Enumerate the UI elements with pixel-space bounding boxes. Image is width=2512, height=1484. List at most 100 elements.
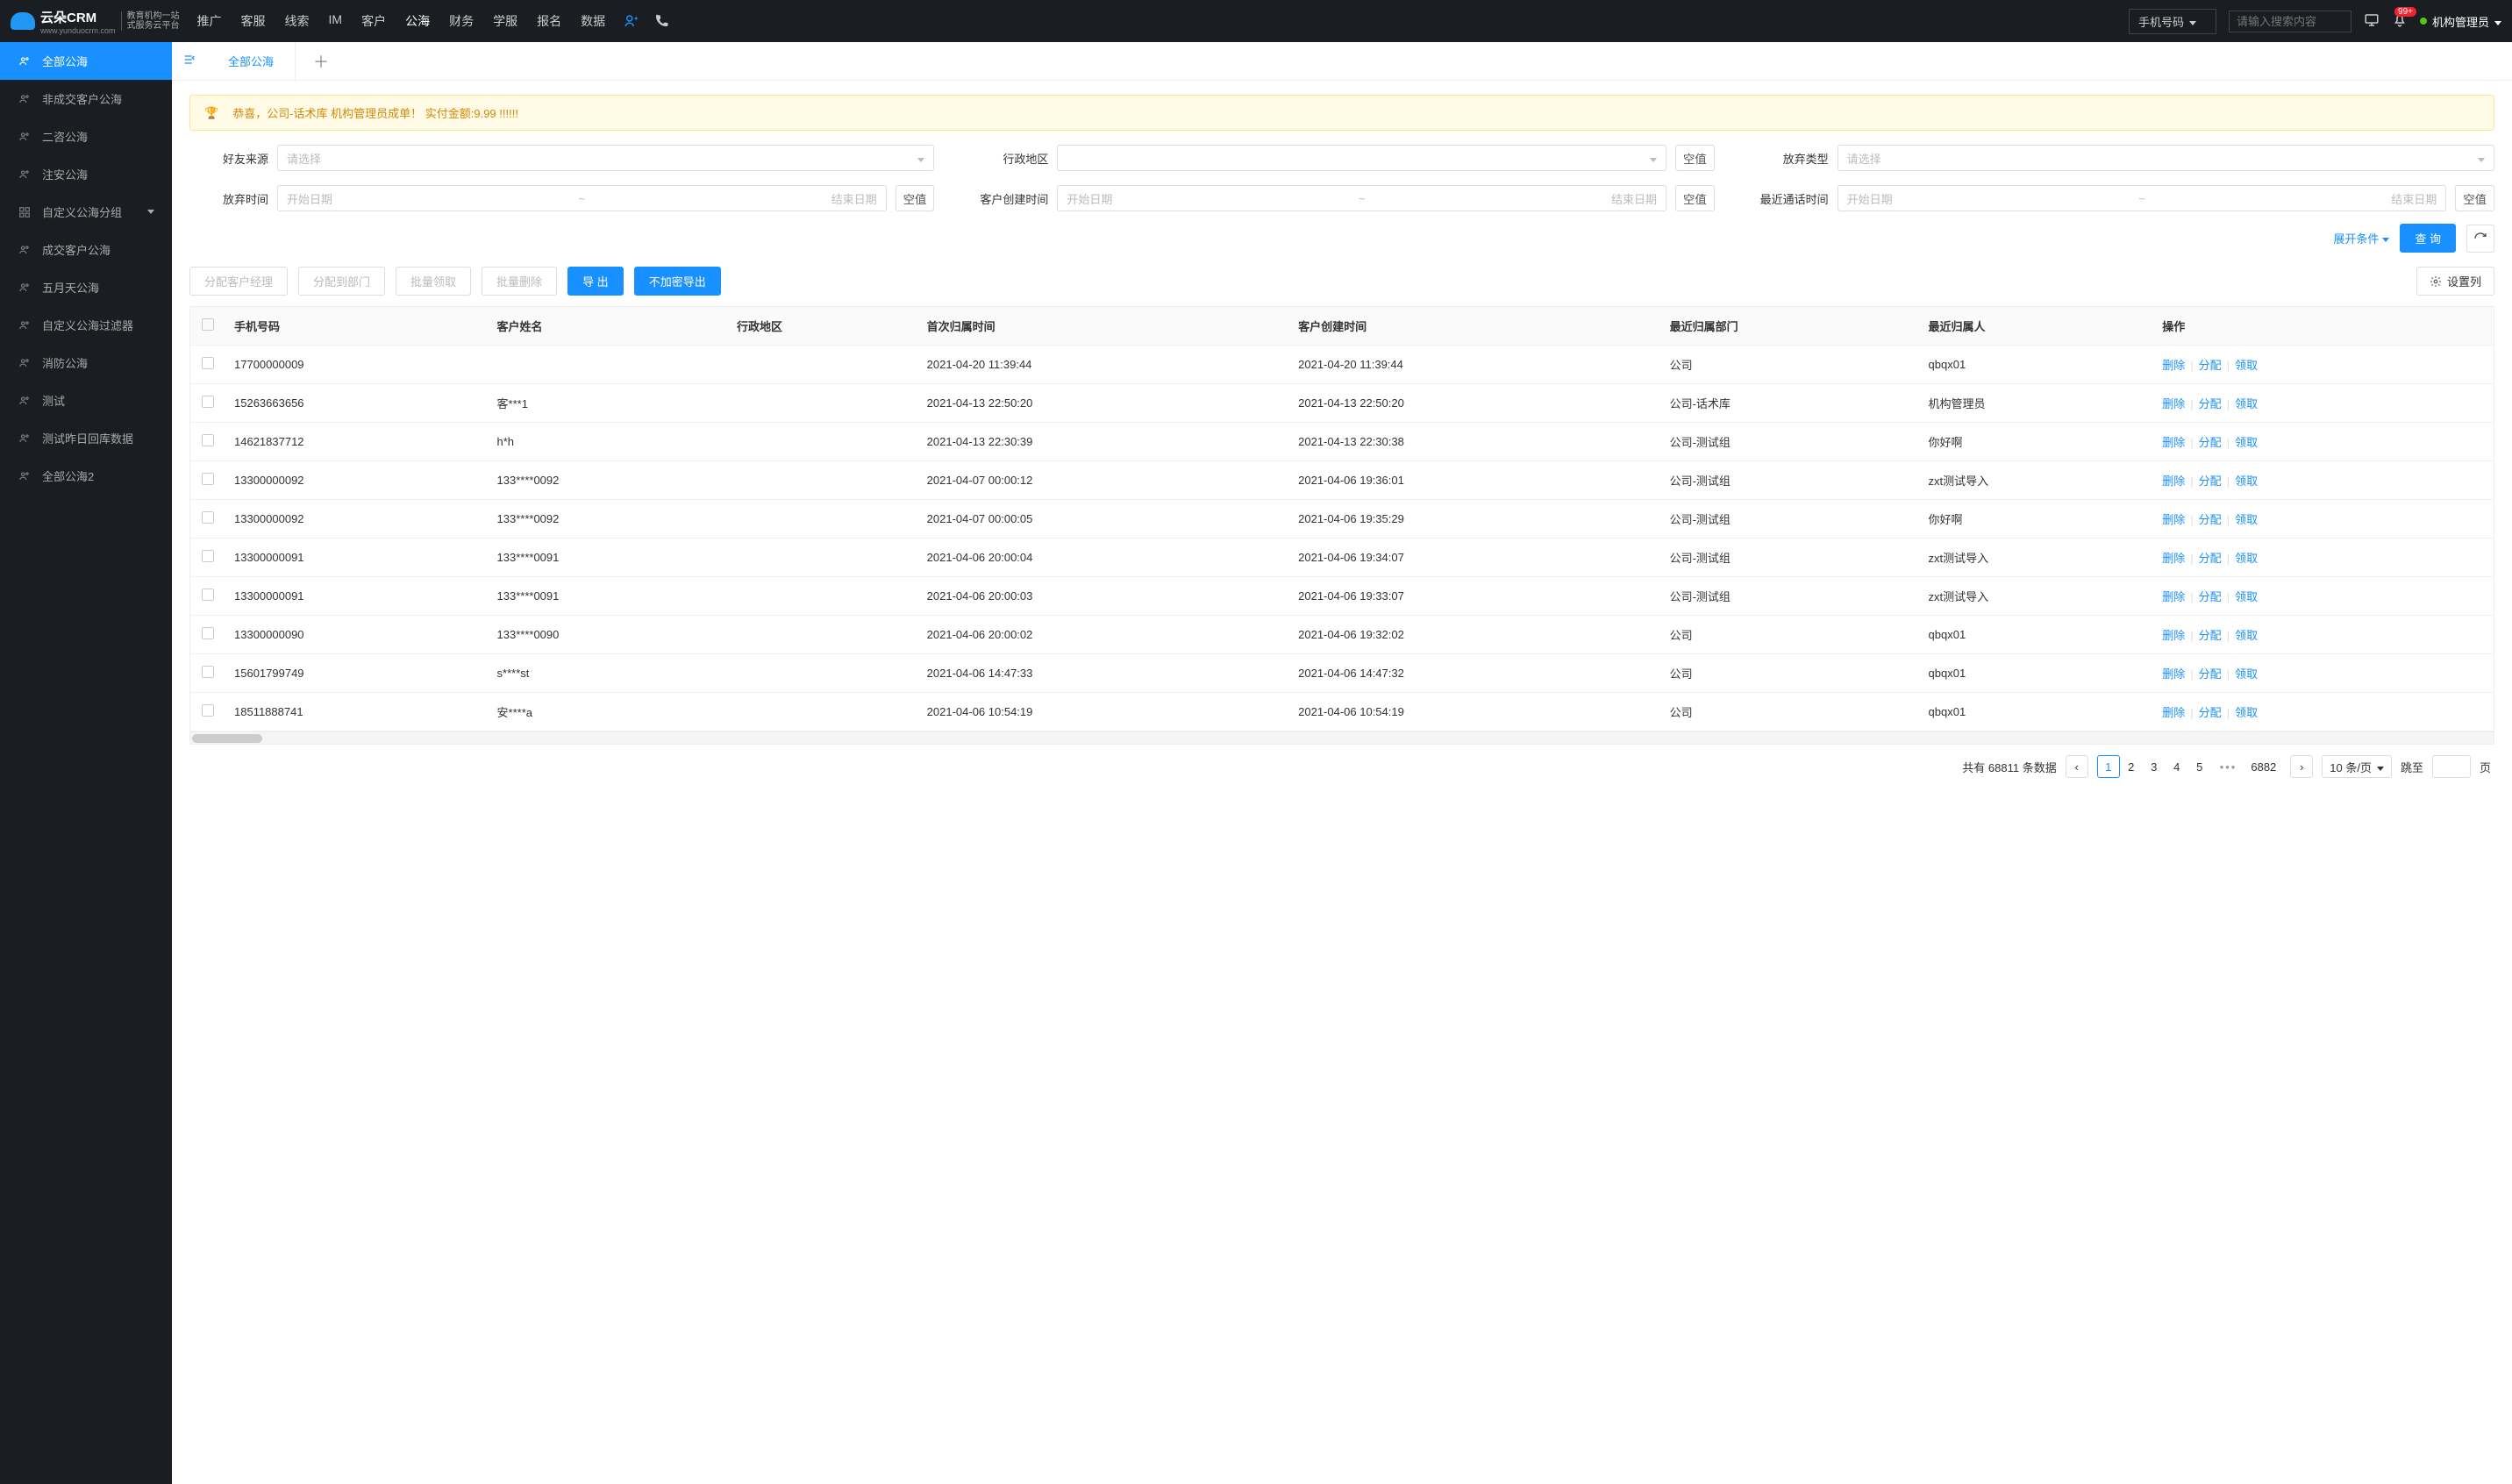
- assign-link[interactable]: 分配: [2199, 706, 2222, 719]
- claim-link[interactable]: 领取: [2235, 590, 2258, 603]
- claim-link[interactable]: 领取: [2235, 359, 2258, 372]
- assign-link[interactable]: 分配: [2199, 436, 2222, 449]
- assign-link[interactable]: 分配: [2199, 513, 2222, 526]
- delete-link[interactable]: 删除: [2162, 629, 2185, 642]
- top-nav-item[interactable]: 公海: [405, 12, 430, 30]
- column-header[interactable]: 操作: [2153, 307, 2494, 346]
- monitor-icon[interactable]: [2364, 12, 2380, 31]
- sidebar-item[interactable]: 自定义公海分组: [0, 193, 172, 231]
- top-nav-item[interactable]: 财务: [449, 12, 474, 30]
- assign-link[interactable]: 分配: [2199, 397, 2222, 410]
- page-number-button[interactable]: 5: [2188, 755, 2211, 778]
- last-page-button[interactable]: 6882: [2245, 755, 2281, 778]
- scrollbar-thumb[interactable]: [192, 734, 262, 743]
- tab-add-button[interactable]: ＋: [296, 50, 346, 73]
- sidebar-item[interactable]: 二咨公海: [0, 118, 172, 155]
- batch-claim-button[interactable]: 批量领取: [396, 267, 471, 296]
- page-number-button[interactable]: 3: [2143, 755, 2166, 778]
- column-header[interactable]: 最近归属人: [1920, 307, 2154, 346]
- column-header[interactable]: 最近归属部门: [1661, 307, 1920, 346]
- claim-link[interactable]: 领取: [2235, 436, 2258, 449]
- page-number-button[interactable]: 4: [2166, 755, 2188, 778]
- delete-link[interactable]: 删除: [2162, 667, 2185, 681]
- row-checkbox[interactable]: [202, 666, 214, 678]
- sidebar-item[interactable]: 成交客户公海: [0, 231, 172, 268]
- delete-link[interactable]: 删除: [2162, 474, 2185, 488]
- row-checkbox[interactable]: [202, 511, 214, 524]
- delete-link[interactable]: 删除: [2162, 706, 2185, 719]
- delete-link[interactable]: 删除: [2162, 436, 2185, 449]
- select-all-checkbox[interactable]: [202, 318, 214, 331]
- column-header[interactable]: 行政地区: [728, 307, 918, 346]
- abandon-type-select[interactable]: 请选择: [1838, 145, 2494, 171]
- empty-value-button[interactable]: 空值: [896, 185, 935, 211]
- claim-link[interactable]: 领取: [2235, 629, 2258, 642]
- logo[interactable]: 云朵CRM www.yunduocrm.com 教育机构一站 式服务云平台: [11, 8, 180, 35]
- query-button[interactable]: 查 询: [2400, 224, 2456, 253]
- row-checkbox[interactable]: [202, 550, 214, 562]
- add-user-icon[interactable]: [623, 12, 640, 30]
- page-size-select[interactable]: 10 条/页: [2322, 755, 2392, 778]
- search-type-select[interactable]: 手机号码: [2129, 9, 2216, 34]
- horizontal-scrollbar[interactable]: [190, 731, 2494, 744]
- user-menu[interactable]: 机构管理员: [2420, 13, 2501, 30]
- page-number-button[interactable]: 2: [2120, 755, 2143, 778]
- claim-link[interactable]: 领取: [2235, 667, 2258, 681]
- delete-link[interactable]: 删除: [2162, 513, 2185, 526]
- sidebar-item[interactable]: 自定义公海过滤器: [0, 306, 172, 344]
- sidebar-item[interactable]: 全部公海: [0, 42, 172, 80]
- top-nav-item[interactable]: 报名: [537, 12, 561, 30]
- empty-value-button[interactable]: 空值: [2455, 185, 2494, 211]
- sidebar-item[interactable]: 全部公海2: [0, 457, 172, 495]
- delete-link[interactable]: 删除: [2162, 552, 2185, 565]
- claim-link[interactable]: 领取: [2235, 474, 2258, 488]
- next-page-button[interactable]: ›: [2290, 755, 2313, 778]
- row-checkbox[interactable]: [202, 434, 214, 446]
- top-nav-item[interactable]: IM: [329, 12, 343, 30]
- top-nav-item[interactable]: 客户: [361, 12, 386, 30]
- region-select[interactable]: [1057, 145, 1666, 171]
- assign-link[interactable]: 分配: [2199, 359, 2222, 372]
- claim-link[interactable]: 领取: [2235, 513, 2258, 526]
- empty-value-button[interactable]: 空值: [1675, 145, 1715, 171]
- claim-link[interactable]: 领取: [2235, 397, 2258, 410]
- assign-link[interactable]: 分配: [2199, 474, 2222, 488]
- sidebar-item[interactable]: 测试昨日回库数据: [0, 419, 172, 457]
- notification-icon[interactable]: 99+: [2392, 12, 2408, 31]
- sidebar-item[interactable]: 测试: [0, 382, 172, 419]
- row-checkbox[interactable]: [202, 627, 214, 639]
- top-nav-item[interactable]: 推广: [197, 12, 222, 30]
- set-columns-button[interactable]: 设置列: [2416, 267, 2494, 296]
- row-checkbox[interactable]: [202, 396, 214, 408]
- jump-page-input[interactable]: [2432, 755, 2471, 778]
- delete-link[interactable]: 删除: [2162, 359, 2185, 372]
- batch-delete-button[interactable]: 批量删除: [482, 267, 557, 296]
- sidebar-item[interactable]: 五月天公海: [0, 268, 172, 306]
- prev-page-button[interactable]: ‹: [2066, 755, 2088, 778]
- assign-dept-button[interactable]: 分配到部门: [298, 267, 385, 296]
- export-plain-button[interactable]: 不加密导出: [634, 267, 721, 296]
- column-header[interactable]: 客户姓名: [489, 307, 728, 346]
- delete-link[interactable]: 删除: [2162, 397, 2185, 410]
- claim-link[interactable]: 领取: [2235, 706, 2258, 719]
- tab-active[interactable]: 全部公海: [207, 42, 296, 81]
- top-nav-item[interactable]: 客服: [241, 12, 266, 30]
- last-call-range[interactable]: 开始日期~结束日期: [1838, 185, 2447, 211]
- top-nav-item[interactable]: 学服: [493, 12, 517, 30]
- top-nav-item[interactable]: 线索: [285, 12, 310, 30]
- delete-link[interactable]: 删除: [2162, 590, 2185, 603]
- tab-list-toggle[interactable]: [172, 53, 207, 69]
- sidebar-item[interactable]: 注安公海: [0, 155, 172, 193]
- expand-filters-link[interactable]: 展开条件: [2333, 230, 2389, 246]
- phone-icon[interactable]: [653, 12, 670, 30]
- column-header[interactable]: 手机号码: [225, 307, 489, 346]
- row-checkbox[interactable]: [202, 589, 214, 601]
- refresh-button[interactable]: [2466, 225, 2494, 253]
- assign-link[interactable]: 分配: [2199, 629, 2222, 642]
- create-time-range[interactable]: 开始日期~结束日期: [1057, 185, 1666, 211]
- assign-manager-button[interactable]: 分配客户经理: [189, 267, 288, 296]
- column-header[interactable]: 首次归属时间: [918, 307, 1289, 346]
- top-nav-item[interactable]: 数据: [581, 12, 605, 30]
- assign-link[interactable]: 分配: [2199, 552, 2222, 565]
- sidebar-item[interactable]: 消防公海: [0, 344, 172, 382]
